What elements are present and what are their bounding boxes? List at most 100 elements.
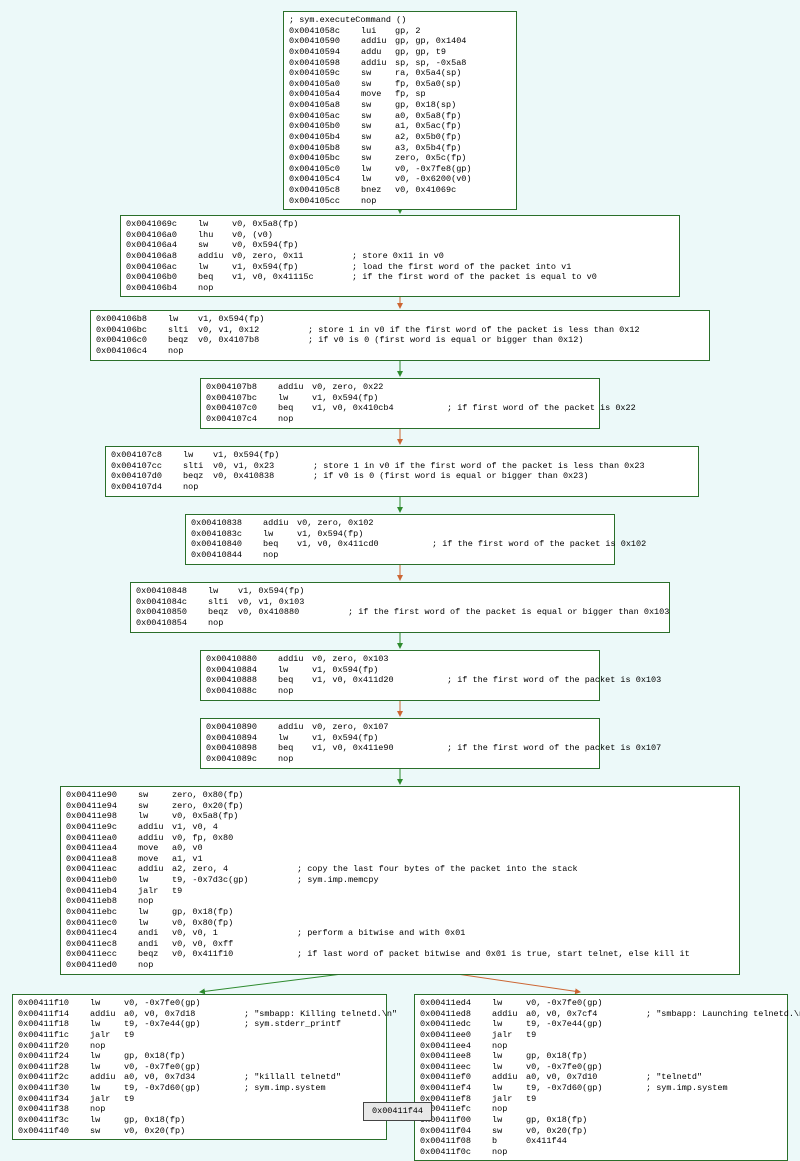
asm-args: v0, 0x4107b8 — [198, 335, 308, 346]
asm-args: v0, zero, 0x102 — [297, 518, 374, 528]
asm-line: 0x004107c0beqv1, v0, 0x410cb4; if first … — [206, 403, 594, 414]
asm-comment: ; if last word of packet bitwise and 0x0… — [297, 949, 690, 959]
asm-address: 0x004107cc — [111, 461, 169, 472]
asm-address: 0x0041088c — [206, 686, 264, 697]
asm-args: gp, 0x18(fp) — [124, 1115, 185, 1125]
asm-args: v0, v0, 0xff — [172, 939, 233, 949]
asm-line: 0x00411f14addiua0, v0, 0x7d18; "smbapp: … — [18, 1009, 381, 1020]
asm-line: 0x00410590addiugp, gp, 0x1404 — [289, 36, 511, 47]
asm-address: 0x00410888 — [206, 675, 264, 686]
asm-line: 0x00411ee8lwgp, 0x18(fp) — [420, 1051, 782, 1062]
asm-args: v1, 0x594(fp) — [312, 393, 378, 403]
asm-mnemonic: jalr — [492, 1094, 526, 1105]
block-launch-telnet: 0x00411ed4lwv0, -0x7fe0(gp)0x00411ed8add… — [414, 994, 788, 1161]
asm-address: 0x004107c4 — [206, 414, 264, 425]
asm-mnemonic: addiu — [138, 864, 172, 875]
asm-line: 0x00410850beqzv0, 0x410880; if the first… — [136, 607, 664, 618]
asm-comment: ; if the first word of the packet is equ… — [352, 272, 597, 282]
asm-comment: ; sym.stderr_printf — [244, 1019, 341, 1029]
asm-address: 0x004105a4 — [289, 89, 347, 100]
asm-args: v1, v0, 0x411e90 — [312, 743, 447, 754]
asm-line: 0x00410838addiuv0, zero, 0x102 — [191, 518, 609, 529]
asm-comment: ; sym.imp.memcpy — [297, 875, 379, 885]
asm-args: t9 — [172, 886, 182, 896]
asm-line: 0x004106bcsltiv0, v1, 0x12; store 1 in v… — [96, 325, 704, 336]
asm-args: v0, zero, 0x22 — [312, 382, 383, 392]
asm-comment: ; store 0x11 in v0 — [352, 251, 444, 261]
asm-mnemonic: addiu — [278, 382, 312, 393]
asm-line: 0x00411f08b0x411f44 — [420, 1136, 782, 1147]
asm-args: gp, 0x18(fp) — [526, 1051, 587, 1061]
asm-args: v1, 0x594(fp) — [297, 529, 363, 539]
asm-mnemonic: lw — [183, 450, 213, 461]
asm-line: 0x0041058cluigp, 2 — [289, 26, 511, 37]
asm-args: zero, 0x20(fp) — [172, 801, 243, 811]
asm-address: 0x00411ea0 — [66, 833, 124, 844]
asm-line: 0x004105c0lwv0, -0x7fe8(gp) — [289, 164, 511, 175]
asm-line: 0x00411efcnop — [420, 1104, 782, 1115]
asm-address: 0x004105a8 — [289, 100, 347, 111]
asm-line: 0x00411eacaddiua2, zero, 4; copy the las… — [66, 864, 734, 875]
asm-line: 0x00410840beqv1, v0, 0x411cd0; if the fi… — [191, 539, 609, 550]
block-7: 0x00410880addiuv0, zero, 0x1030x00410884… — [200, 650, 600, 701]
asm-address: 0x004106b0 — [126, 272, 184, 283]
asm-line: 0x004105c8bnezv0, 0x41069c — [289, 185, 511, 196]
asm-mnemonic: addu — [361, 47, 395, 58]
asm-mnemonic: addiu — [198, 251, 232, 262]
asm-args: a3, 0x5b4(fp) — [395, 143, 461, 153]
asm-comment: ; sym.imp.system — [244, 1083, 326, 1093]
asm-args: v1, v0, 0x411cd0 — [297, 539, 432, 550]
asm-comment: ; "smbapp: Killing telnetd.\n" — [244, 1009, 397, 1019]
asm-args: v1, 0x594(fp) — [213, 450, 279, 460]
asm-line: 0x00411f04swv0, 0x20(fp) — [420, 1126, 782, 1137]
asm-address: 0x00410890 — [206, 722, 264, 733]
asm-line: 0x004107c8 lwv1, 0x594(fp) — [111, 450, 693, 461]
asm-address: 0x004105bc — [289, 153, 347, 164]
block-6: 0x00410848lwv1, 0x594(fp)0x0041084csltiv… — [130, 582, 670, 633]
asm-args: ra, 0x5a4(sp) — [395, 68, 461, 78]
asm-mnemonic: lw — [361, 164, 395, 175]
asm-args: v0, zero, 0x103 — [312, 654, 389, 664]
asm-address: 0x004106ac — [126, 262, 184, 273]
asm-mnemonic: sw — [361, 153, 395, 164]
asm-mnemonic: slti — [208, 597, 238, 608]
asm-line: 0x00411f30lwt9, -0x7d60(gp); sym.imp.sys… — [18, 1083, 381, 1094]
asm-args: gp, gp, t9 — [395, 47, 446, 57]
asm-address: 0x004105c0 — [289, 164, 347, 175]
asm-line: 0x00411f40swv0, 0x20(fp) — [18, 1126, 381, 1137]
asm-mnemonic: lw — [90, 998, 124, 1009]
asm-comment: ; load the first word of the packet into… — [352, 262, 571, 272]
asm-address: 0x00411f20 — [18, 1041, 76, 1052]
asm-args: gp, 2 — [395, 26, 421, 36]
asm-args: v0, -0x7fe0(gp) — [124, 1062, 201, 1072]
asm-args: v0, -0x7fe0(gp) — [526, 998, 603, 1008]
exit-address: 0x00411f44 — [372, 1106, 423, 1116]
asm-address: 0x004107c8 — [111, 450, 169, 461]
asm-line: 0x00411ebclwgp, 0x18(fp) — [66, 907, 734, 918]
block-1: 0x0041069clwv0, 0x5a8(fp)0x004106a0lhuv0… — [120, 215, 680, 297]
asm-line: 0x00411ec0lwv0, 0x80(fp) — [66, 918, 734, 929]
asm-mnemonic: beqz — [208, 607, 238, 618]
block-kill-telnet: 0x00411f10lwv0, -0x7fe0(gp)0x00411f14add… — [12, 994, 387, 1140]
asm-args: a0, 0x5a8(fp) — [395, 111, 461, 121]
asm-address: 0x00411ed0 — [66, 960, 124, 971]
asm-address: 0x00411f24 — [18, 1051, 76, 1062]
asm-address: 0x00410598 — [289, 58, 347, 69]
asm-mnemonic: sw — [361, 132, 395, 143]
asm-comment: ; "telnetd" — [646, 1072, 702, 1082]
asm-args: a1, v1 — [172, 854, 203, 864]
asm-address: 0x00410840 — [191, 539, 249, 550]
asm-mnemonic: lw — [492, 998, 526, 1009]
asm-args: a0, v0, 0x7d18 — [124, 1009, 244, 1020]
asm-args: v1, 0x594(fp) — [238, 586, 304, 596]
asm-mnemonic: jalr — [90, 1094, 124, 1105]
asm-line: 0x00411ef0addiua0, v0, 0x7d10; "telnetd" — [420, 1072, 782, 1083]
asm-mnemonic: nop — [168, 346, 198, 357]
asm-args: t9, -0x7d60(gp) — [526, 1083, 646, 1094]
asm-mnemonic: addiu — [361, 36, 395, 47]
asm-comment: ; if the first word of the packet is 0x1… — [432, 539, 646, 549]
asm-address: 0x0041083c — [191, 529, 249, 540]
asm-mnemonic: sw — [361, 100, 395, 111]
asm-line: 0x00410848lwv1, 0x594(fp) — [136, 586, 664, 597]
asm-mnemonic: addiu — [90, 1072, 124, 1083]
